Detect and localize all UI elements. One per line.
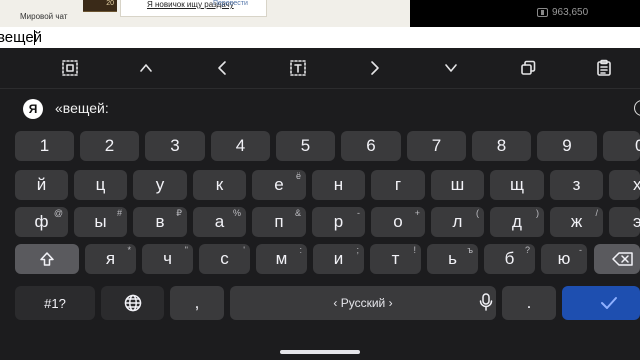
key-ж[interactable]: ж / — [550, 207, 603, 237]
coin-value: 963,650 — [552, 6, 589, 18]
cursor-right-icon[interactable] — [365, 58, 385, 78]
text-caret — [34, 30, 35, 45]
key-р[interactable]: р- — [312, 207, 365, 237]
translate-link[interactable]: Перевести — [213, 0, 248, 7]
cursor-down-icon[interactable] — [441, 58, 461, 78]
key-2[interactable]: 2 — [80, 131, 139, 161]
key-4[interactable]: 4 — [211, 131, 270, 161]
key-з[interactable]: з — [550, 170, 603, 200]
yandex-logo-icon[interactable]: Я — [23, 99, 43, 119]
world-chat-label[interactable]: Мировой чат — [20, 12, 67, 21]
key-3[interactable]: 3 — [145, 131, 205, 161]
keyboard: Я «вещей: 1 2 3 4 5 6 7 8 9 0 й ц у к её… — [0, 48, 640, 360]
key-ь[interactable]: ьъ — [427, 244, 478, 274]
shift-key[interactable] — [15, 244, 79, 274]
key-и[interactable]: и; — [313, 244, 364, 274]
key-п[interactable]: п & — [252, 207, 306, 237]
key-а[interactable]: а% — [193, 207, 246, 237]
key-0[interactable]: 0 — [603, 131, 640, 161]
copy-icon[interactable] — [518, 58, 538, 78]
key-о[interactable]: о + — [371, 207, 425, 237]
shift-icon — [15, 244, 79, 274]
key-щ[interactable]: щ — [490, 170, 544, 200]
key-б[interactable]: б? — [484, 244, 535, 274]
key-л[interactable]: л( — [431, 207, 484, 237]
globe-icon — [101, 286, 164, 320]
player-level: 20 — [106, 0, 114, 7]
key-7[interactable]: 7 — [407, 131, 466, 161]
cursor-up-icon[interactable] — [136, 58, 156, 78]
coin-icon — [537, 7, 548, 17]
key-т[interactable]: т! — [370, 244, 421, 274]
key-с[interactable]: с ' — [199, 244, 250, 274]
suggestion-word[interactable]: «вещей: — [55, 100, 109, 116]
period-key[interactable]: . — [502, 286, 556, 320]
key-э[interactable]: э — [609, 207, 640, 237]
backspace-key[interactable] — [594, 244, 640, 274]
key-г[interactable]: г — [371, 170, 425, 200]
key-ы[interactable]: ы # — [74, 207, 127, 237]
toolbar-divider — [0, 88, 640, 89]
key-5[interactable]: 5 — [276, 131, 335, 161]
key-ц[interactable]: ц — [74, 170, 127, 200]
clipboard-icon[interactable] — [594, 58, 614, 78]
text-input-line[interactable]: вещей — [0, 27, 640, 48]
player-avatar-badge[interactable]: 20 — [83, 0, 117, 12]
symbols-key[interactable]: #1? — [15, 286, 95, 320]
key-к[interactable]: к — [193, 170, 246, 200]
key-9[interactable]: 9 — [537, 131, 597, 161]
language-key[interactable] — [101, 286, 164, 320]
key-ш[interactable]: ш — [431, 170, 484, 200]
text-select-icon[interactable] — [288, 58, 308, 78]
coin-counter: 963,650 — [537, 5, 588, 19]
key-ю[interactable]: ю- — [541, 244, 587, 274]
key-я[interactable]: я * — [85, 244, 136, 274]
input-text[interactable]: вещей — [0, 29, 42, 46]
key-н[interactable]: н — [312, 170, 365, 200]
key-ф[interactable]: ф @ — [15, 207, 68, 237]
home-indicator[interactable] — [280, 350, 360, 354]
key-8[interactable]: 8 — [472, 131, 531, 161]
key-х[interactable]: х — [609, 170, 640, 200]
microphone-icon[interactable] — [479, 293, 493, 316]
comma-key[interactable]: , — [170, 286, 224, 320]
suggestion-menu-icon[interactable] — [634, 100, 640, 116]
key-е[interactable]: её — [252, 170, 306, 200]
key-д[interactable]: д) — [490, 207, 544, 237]
select-all-icon[interactable] — [60, 58, 80, 78]
enter-key[interactable] — [562, 286, 640, 320]
app-top-strip: Мировой чат 20 Я новичок ищу раздачу Пер… — [0, 0, 640, 27]
key-ч[interactable]: ч " — [142, 244, 193, 274]
checkmark-icon — [562, 286, 640, 320]
chat-panel: Мировой чат 20 Я новичок ищу раздачу Пер… — [0, 0, 410, 27]
space-key[interactable]: ‹ Русский › — [230, 286, 496, 320]
key-й[interactable]: й — [15, 170, 68, 200]
key-6[interactable]: 6 — [341, 131, 401, 161]
cursor-left-icon[interactable] — [212, 58, 232, 78]
key-1[interactable]: 1 — [15, 131, 74, 161]
key-у[interactable]: у — [133, 170, 187, 200]
backspace-icon — [594, 244, 640, 274]
key-м[interactable]: м: — [256, 244, 307, 274]
key-в[interactable]: в ₽ — [133, 207, 187, 237]
